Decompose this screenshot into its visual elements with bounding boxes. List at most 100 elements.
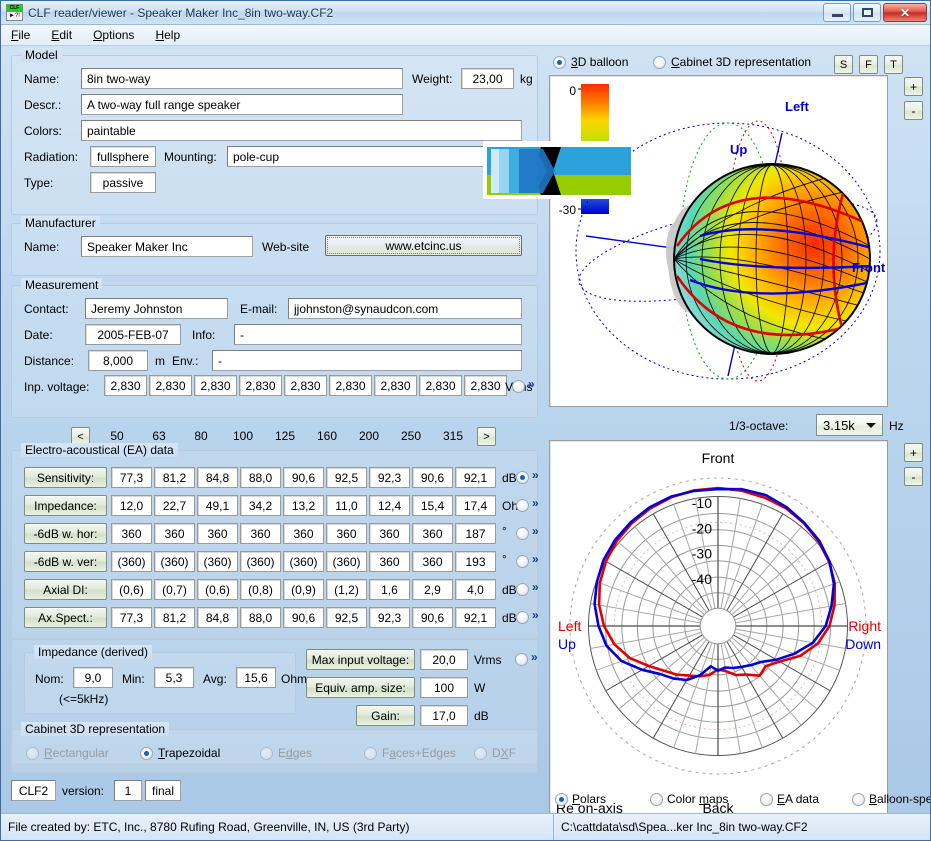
inp-voltage-field-6[interactable]: 2,830 — [374, 375, 417, 396]
ea-cell-4-4[interactable]: (0,9) — [283, 579, 324, 600]
email-field[interactable]: jjohnston@synaudcon.com — [288, 298, 522, 319]
freq-band-50[interactable]: 50 — [96, 429, 138, 443]
ea-row-button-2[interactable]: -6dB w. hor: — [24, 523, 107, 544]
ea-cell-0-8[interactable]: 92,1 — [455, 467, 496, 488]
polar-plot-panel[interactable]: -10 -20 -30 -40 Front Back Left Up Right Down Re o… — [549, 440, 888, 822]
model-name-field[interactable]: 8in two-way — [81, 68, 403, 89]
freq-band-63[interactable]: 63 — [138, 429, 180, 443]
freq-band-100[interactable]: 100 — [222, 429, 264, 443]
ea-cell-1-8[interactable]: 17,4 — [455, 495, 496, 516]
mounting-field[interactable]: pole-cup — [227, 146, 522, 167]
cabinet3d-label-rectangular[interactable]: Rectangular — [44, 746, 109, 760]
inp-voltage-field-4[interactable]: 2,830 — [284, 375, 327, 396]
ea-cell-1-5[interactable]: 11,0 — [326, 495, 367, 516]
menu-edit[interactable]: Edit — [49, 27, 74, 43]
ea-cell-1-7[interactable]: 15,4 — [412, 495, 453, 516]
ea-cell-0-0[interactable]: 77,3 — [111, 467, 152, 488]
view-mode-label-ea-data[interactable]: EA data — [777, 792, 819, 806]
ea-cell-2-7[interactable]: 360 — [412, 523, 453, 544]
inp-voltage-field-1[interactable]: 2,830 — [149, 375, 192, 396]
cabinet3d-label-trapezoidal[interactable]: Trapezoidal — [158, 746, 220, 760]
ea-cell-1-3[interactable]: 34,2 — [240, 495, 281, 516]
freq-band-80[interactable]: 80 — [180, 429, 222, 443]
ea-row-chevron-0[interactable]: » — [532, 468, 539, 482]
ea-cell-5-0[interactable]: 77,3 — [111, 607, 152, 628]
info-field[interactable]: - — [234, 324, 522, 345]
cabinet3d-label-edges[interactable]: Edges — [278, 746, 312, 760]
ea-row-chevron-2[interactable]: » — [532, 524, 539, 538]
ea-cell-5-1[interactable]: 81,2 — [154, 607, 195, 628]
distance-field[interactable]: 8,000 — [88, 350, 148, 371]
ea-cell-0-4[interactable]: 90,6 — [283, 467, 324, 488]
ea-cell-2-5[interactable]: 360 — [326, 523, 367, 544]
website-button[interactable]: www.etcinc.us — [325, 235, 522, 256]
nom-field[interactable]: 9,0 — [73, 667, 113, 688]
freq-band-250[interactable]: 250 — [390, 429, 432, 443]
ea-row-button-4[interactable]: Axial DI: — [24, 579, 107, 600]
inp-voltage-radio[interactable] — [512, 380, 525, 393]
balloon-3d-panel[interactable]: 0 -30 Left Up Front — [549, 75, 888, 407]
view-front-button[interactable]: F — [859, 55, 878, 74]
ea-cell-0-1[interactable]: 81,2 — [154, 467, 195, 488]
ea-row-radio-4[interactable] — [516, 583, 529, 596]
close-button[interactable]: ✕ — [883, 3, 927, 22]
ea-row-radio-0[interactable] — [516, 471, 529, 484]
freq-next-button[interactable]: > — [477, 427, 496, 446]
ea-cell-2-6[interactable]: 360 — [369, 523, 410, 544]
ea-cell-2-3[interactable]: 360 — [240, 523, 281, 544]
radiation-field[interactable]: fullsphere — [90, 146, 156, 167]
label-cabinet-3d[interactable]: Cabinet 3D representation — [671, 55, 811, 69]
balloon-zoom-out-button[interactable]: - — [904, 101, 923, 120]
equiv-amp-size-button[interactable]: Equiv. amp. size: — [306, 677, 415, 698]
view-side-button[interactable]: S — [834, 55, 853, 74]
ea-row-button-5[interactable]: Ax.Spect.: — [24, 607, 107, 628]
ea-cell-1-4[interactable]: 13,2 — [283, 495, 324, 516]
polar-zoom-out-button[interactable]: - — [904, 467, 923, 486]
ea-cell-4-3[interactable]: (0,8) — [240, 579, 281, 600]
ea-row-chevron-4[interactable]: » — [532, 580, 539, 594]
ea-cell-5-7[interactable]: 90,6 — [412, 607, 453, 628]
view-mode-label-polars[interactable]: Polars — [572, 792, 606, 806]
cabinet3d-radio-trapezoidal[interactable] — [140, 747, 153, 760]
ea-cell-0-5[interactable]: 92,5 — [326, 467, 367, 488]
minimize-button[interactable] — [823, 3, 851, 22]
manufacturer-name-field[interactable]: Speaker Maker Inc — [81, 236, 253, 257]
ea-cell-5-4[interactable]: 90,6 — [283, 607, 324, 628]
ea-cell-2-0[interactable]: 360 — [111, 523, 152, 544]
ea-cell-2-8[interactable]: 187 — [455, 523, 496, 544]
view-mode-radio-balloon-spectra[interactable] — [852, 793, 865, 806]
cabinet3d-label-dxf[interactable]: DXF — [492, 746, 516, 760]
view-mode-label-color-maps[interactable]: Color maps — [667, 792, 728, 806]
inp-voltage-field-2[interactable]: 2,830 — [194, 375, 237, 396]
ea-row-radio-1[interactable] — [516, 499, 529, 512]
max-input-voltage-button[interactable]: Max input voltage: — [306, 649, 415, 670]
ea-row-chevron-1[interactable]: » — [532, 496, 539, 510]
ea-cell-3-7[interactable]: 360 — [412, 551, 453, 572]
max-input-voltage-field[interactable]: 20,0 — [420, 649, 468, 670]
cabinet3d-radio-dxf[interactable] — [474, 747, 487, 760]
menu-help[interactable]: Help — [153, 27, 182, 43]
ea-cell-4-0[interactable]: (0,6) — [111, 579, 152, 600]
ea-row-chevron-5[interactable]: » — [532, 608, 539, 622]
weight-field[interactable]: 23,00 — [461, 68, 514, 89]
menu-options[interactable]: Options — [91, 27, 136, 43]
inp-voltage-field-5[interactable]: 2,830 — [329, 375, 372, 396]
ea-cell-0-7[interactable]: 90,6 — [412, 467, 453, 488]
ea-cell-3-1[interactable]: (360) — [154, 551, 195, 572]
model-colors-field[interactable]: paintable — [81, 120, 522, 141]
inp-voltage-field-8[interactable]: 2,830 — [464, 375, 507, 396]
freq-band-200[interactable]: 200 — [348, 429, 390, 443]
ea-cell-4-5[interactable]: (1,2) — [326, 579, 367, 600]
ea-cell-4-8[interactable]: 4,0 — [455, 579, 496, 600]
inp-voltage-field-0[interactable]: 2,830 — [104, 375, 147, 396]
ea-cell-2-4[interactable]: 360 — [283, 523, 324, 544]
view-mode-radio-ea-data[interactable] — [760, 793, 773, 806]
ea-row-button-0[interactable]: Sensitivity: — [24, 467, 107, 488]
ea-cell-0-2[interactable]: 84,8 — [197, 467, 238, 488]
model-descr-field[interactable]: A two-way full range speaker — [81, 94, 403, 115]
view-mode-label-balloon-spectra[interactable]: Balloon-spectra — [869, 792, 930, 806]
ea-cell-3-5[interactable]: (360) — [326, 551, 367, 572]
ea-row-radio-3[interactable] — [516, 555, 529, 568]
inp-voltage-field-3[interactable]: 2,830 — [239, 375, 282, 396]
ea-cell-2-1[interactable]: 360 — [154, 523, 195, 544]
